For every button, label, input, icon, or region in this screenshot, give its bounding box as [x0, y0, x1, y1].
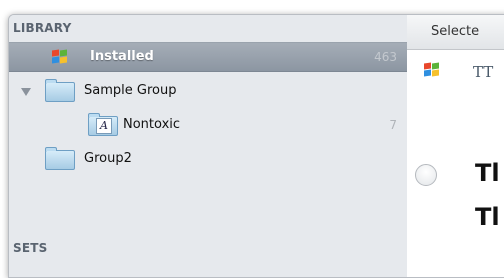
sidebar-item-label: Installed [90, 49, 154, 64]
windows-logo-icon [423, 62, 439, 77]
sidebar-item-installed[interactable]: Installed 463 [9, 42, 407, 72]
disclosure-triangle-icon[interactable] [21, 88, 31, 96]
library-section-header: LIBRARY [13, 21, 72, 35]
sidebar: LIBRARY Installed 463 Sample Group A Non… [9, 15, 408, 277]
font-a-glyph-icon: A [96, 118, 112, 134]
font-book-window: LIBRARY Installed 463 Sample Group A Non… [8, 14, 504, 278]
radio-icon[interactable] [415, 164, 437, 186]
selected-label: Selecte [431, 24, 480, 39]
folder-icon [45, 79, 75, 102]
sets-section-header: SETS [13, 241, 48, 255]
font-list-header: Selecte [407, 15, 504, 50]
sidebar-item-sample-group[interactable]: Sample Group [9, 77, 407, 105]
sidebar-item-nontoxic[interactable]: A Nontoxic 7 [9, 111, 407, 139]
sidebar-item-label: Group2 [84, 151, 132, 166]
font-folder-icon: A [88, 113, 118, 136]
windows-logo-icon [51, 49, 67, 64]
folder-icon [45, 147, 75, 170]
font-list-pane: Selecte TT Tl Tl [407, 15, 504, 277]
font-preview-line-2: Tl [475, 203, 500, 231]
sidebar-item-label: Nontoxic [123, 117, 181, 132]
sidebar-item-group2[interactable]: Group2 [9, 145, 407, 173]
font-type-icon: TT [473, 63, 494, 81]
font-preview-line-1: Tl [475, 159, 500, 187]
sidebar-item-label: Sample Group [84, 83, 177, 98]
item-count: 7 [389, 118, 397, 132]
item-count: 463 [374, 50, 397, 64]
